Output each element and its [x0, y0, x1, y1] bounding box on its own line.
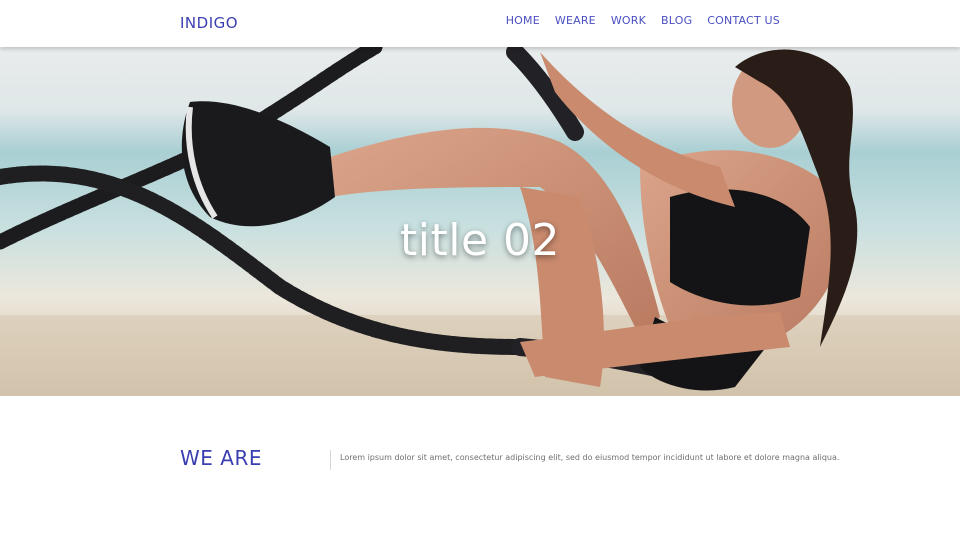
nav-home[interactable]: HOME	[506, 14, 540, 27]
nav-blog[interactable]: BLOG	[661, 14, 692, 27]
main-nav: HOME WEARE WORK BLOG CONTACT US	[506, 14, 780, 27]
hero-title: title 02	[400, 215, 560, 266]
nav-weare[interactable]: WEARE	[555, 14, 596, 27]
vertical-divider	[330, 450, 331, 470]
section-description: Lorem ipsum dolor sit amet, consectetur …	[340, 453, 840, 462]
nav-work[interactable]: WORK	[611, 14, 646, 27]
hero-banner: title 02	[0, 47, 960, 396]
section-title: WE ARE	[180, 446, 262, 470]
site-header: INDIGO HOME WEARE WORK BLOG CONTACT US	[0, 0, 960, 47]
we-are-section: WE ARE Lorem ipsum dolor sit amet, conse…	[180, 444, 839, 474]
brand-logo[interactable]: INDIGO	[180, 14, 238, 32]
nav-contact-us[interactable]: CONTACT US	[707, 14, 780, 27]
